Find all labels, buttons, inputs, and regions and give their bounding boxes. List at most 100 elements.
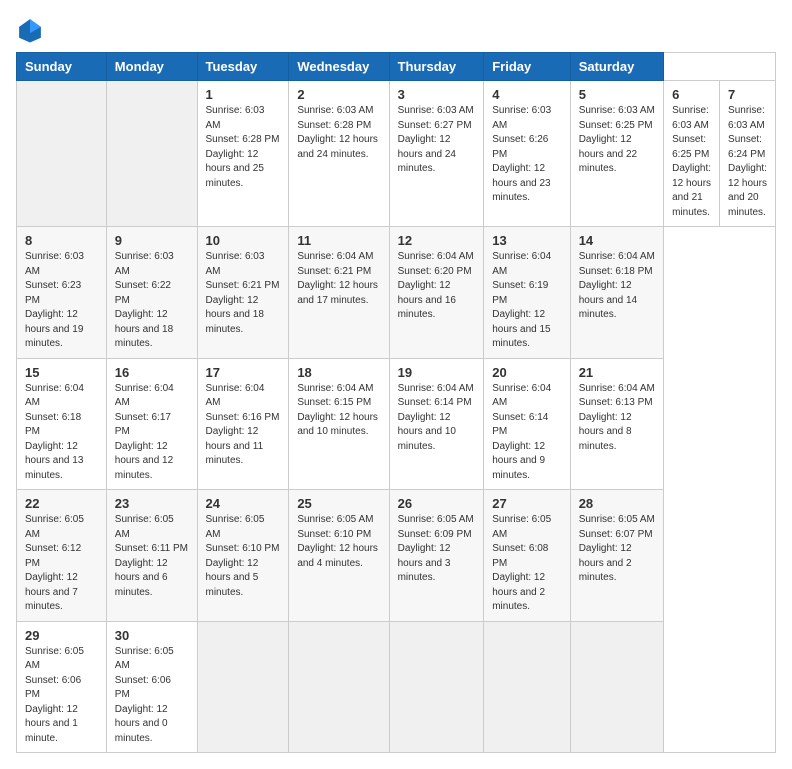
day-info: Sunrise: 6:05 AMSunset: 6:08 PMDaylight:… <box>492 513 561 615</box>
calendar-cell: 6 Sunrise: 6:03 AMSunset: 6:25 PMDaylight… <box>664 81 720 227</box>
day-number: 19 <box>398 365 476 380</box>
calendar-cell: 11 Sunrise: 6:04 AMSunset: 6:21 PMDayligh… <box>289 227 389 359</box>
day-number: 1 <box>206 87 281 102</box>
day-number: 11 <box>297 233 380 248</box>
day-info: Sunrise: 6:03 AMSunset: 6:23 PMDaylight:… <box>25 250 98 352</box>
day-info: Sunrise: 6:04 AMSunset: 6:21 PMDaylight:… <box>297 250 380 308</box>
day-info: Sunrise: 6:05 AMSunset: 6:11 PMDaylight:… <box>115 513 189 600</box>
day-info: Sunrise: 6:04 AMSunset: 6:14 PMDaylight:… <box>398 382 476 455</box>
weekday-header-sunday: Sunday <box>17 53 107 81</box>
day-info: Sunrise: 6:04 AMSunset: 6:13 PMDaylight:… <box>579 382 655 455</box>
day-number: 28 <box>579 496 655 511</box>
day-info: Sunrise: 6:04 AMSunset: 6:16 PMDaylight:… <box>206 382 281 469</box>
calendar-cell <box>389 621 484 753</box>
calendar-cell: 28 Sunrise: 6:05 AMSunset: 6:07 PMDayligh… <box>570 490 663 622</box>
day-info: Sunrise: 6:03 AMSunset: 6:26 PMDaylight:… <box>492 104 561 206</box>
calendar-cell <box>570 621 663 753</box>
day-number: 3 <box>398 87 476 102</box>
day-info: Sunrise: 6:04 AMSunset: 6:19 PMDaylight:… <box>492 250 561 352</box>
page-header <box>16 16 776 44</box>
calendar-cell: 5 Sunrise: 6:03 AMSunset: 6:25 PMDaylight… <box>570 81 663 227</box>
weekday-header-row: SundayMondayTuesdayWednesdayThursdayFrid… <box>17 53 776 81</box>
day-number: 17 <box>206 365 281 380</box>
day-number: 13 <box>492 233 561 248</box>
calendar-cell: 19 Sunrise: 6:04 AMSunset: 6:14 PMDayligh… <box>389 358 484 490</box>
calendar-cell: 4Sunrise: 6:03 AMSunset: 6:26 PMDaylight… <box>484 81 570 227</box>
calendar-cell: 22 Sunrise: 6:05 AMSunset: 6:12 PMDayligh… <box>17 490 107 622</box>
week-row-2: 8 Sunrise: 6:03 AMSunset: 6:23 PMDaylight… <box>17 227 776 359</box>
day-number: 2 <box>297 87 380 102</box>
logo <box>16 16 48 44</box>
weekday-header-monday: Monday <box>106 53 197 81</box>
day-number: 5 <box>579 87 655 102</box>
calendar-cell: 1 Sunrise: 6:03 AMSunset: 6:28 PMDaylight… <box>197 81 289 227</box>
day-info: Sunrise: 6:05 AMSunset: 6:06 PMDaylight:… <box>115 645 189 747</box>
week-row-3: 15 Sunrise: 6:04 AMSunset: 6:18 PMDayligh… <box>17 358 776 490</box>
day-number: 6 <box>672 87 711 102</box>
day-info: Sunrise: 6:04 AMSunset: 6:17 PMDaylight:… <box>115 382 189 484</box>
day-number: 8 <box>25 233 98 248</box>
calendar-cell: 7 Sunrise: 6:03 AMSunset: 6:24 PMDaylight… <box>720 81 776 227</box>
calendar-cell <box>289 621 389 753</box>
day-number: 12 <box>398 233 476 248</box>
calendar-cell: 9Sunrise: 6:03 AMSunset: 6:22 PMDaylight… <box>106 227 197 359</box>
week-row-1: 1 Sunrise: 6:03 AMSunset: 6:28 PMDaylight… <box>17 81 776 227</box>
day-info: Sunrise: 6:05 AMSunset: 6:10 PMDaylight:… <box>206 513 281 600</box>
weekday-header-thursday: Thursday <box>389 53 484 81</box>
calendar-cell: 27 Sunrise: 6:05 AMSunset: 6:08 PMDayligh… <box>484 490 570 622</box>
empty-cell <box>17 81 107 227</box>
day-number: 22 <box>25 496 98 511</box>
day-info: Sunrise: 6:03 AMSunset: 6:27 PMDaylight:… <box>398 104 476 177</box>
day-info: Sunrise: 6:03 AMSunset: 6:24 PMDaylight:… <box>728 104 767 220</box>
calendar: SundayMondayTuesdayWednesdayThursdayFrid… <box>16 52 776 753</box>
day-number: 16 <box>115 365 189 380</box>
day-info: Sunrise: 6:05 AMSunset: 6:12 PMDaylight:… <box>25 513 98 615</box>
day-info: Sunrise: 6:03 AMSunset: 6:25 PMDaylight:… <box>672 104 711 220</box>
calendar-cell <box>484 621 570 753</box>
calendar-cell: 13 Sunrise: 6:04 AMSunset: 6:19 PMDayligh… <box>484 227 570 359</box>
day-info: Sunrise: 6:05 AMSunset: 6:06 PMDaylight:… <box>25 645 98 747</box>
day-info: Sunrise: 6:04 AMSunset: 6:20 PMDaylight:… <box>398 250 476 323</box>
day-info: Sunrise: 6:03 AMSunset: 6:28 PMDaylight:… <box>206 104 281 191</box>
week-row-5: 29Sunrise: 6:05 AMSunset: 6:06 PMDayligh… <box>17 621 776 753</box>
day-info: Sunrise: 6:03 AMSunset: 6:28 PMDaylight:… <box>297 104 380 162</box>
day-number: 20 <box>492 365 561 380</box>
calendar-cell: 23Sunrise: 6:05 AMSunset: 6:11 PMDayligh… <box>106 490 197 622</box>
calendar-cell: 18Sunrise: 6:04 AMSunset: 6:15 PMDayligh… <box>289 358 389 490</box>
day-number: 30 <box>115 628 189 643</box>
day-number: 9 <box>115 233 189 248</box>
calendar-cell: 16 Sunrise: 6:04 AMSunset: 6:17 PMDayligh… <box>106 358 197 490</box>
calendar-cell: 24 Sunrise: 6:05 AMSunset: 6:10 PMDayligh… <box>197 490 289 622</box>
calendar-cell: 2 Sunrise: 6:03 AMSunset: 6:28 PMDaylight… <box>289 81 389 227</box>
day-info: Sunrise: 6:03 AMSunset: 6:21 PMDaylight:… <box>206 250 281 337</box>
day-number: 15 <box>25 365 98 380</box>
logo-icon <box>16 16 44 44</box>
calendar-cell: 21 Sunrise: 6:04 AMSunset: 6:13 PMDayligh… <box>570 358 663 490</box>
day-number: 18 <box>297 365 380 380</box>
empty-cell <box>106 81 197 227</box>
day-info: Sunrise: 6:05 AMSunset: 6:07 PMDaylight:… <box>579 513 655 586</box>
calendar-cell: 17 Sunrise: 6:04 AMSunset: 6:16 PMDayligh… <box>197 358 289 490</box>
day-info: Sunrise: 6:03 AMSunset: 6:25 PMDaylight:… <box>579 104 655 177</box>
day-number: 26 <box>398 496 476 511</box>
calendar-cell: 14Sunrise: 6:04 AMSunset: 6:18 PMDayligh… <box>570 227 663 359</box>
day-info: Sunrise: 6:04 AMSunset: 6:18 PMDaylight:… <box>25 382 98 484</box>
weekday-header-saturday: Saturday <box>570 53 663 81</box>
calendar-cell: 25 Sunrise: 6:05 AMSunset: 6:10 PMDayligh… <box>289 490 389 622</box>
day-number: 14 <box>579 233 655 248</box>
day-number: 25 <box>297 496 380 511</box>
calendar-cell: 12 Sunrise: 6:04 AMSunset: 6:20 PMDayligh… <box>389 227 484 359</box>
day-number: 7 <box>728 87 767 102</box>
calendar-cell: 15 Sunrise: 6:04 AMSunset: 6:18 PMDayligh… <box>17 358 107 490</box>
day-info: Sunrise: 6:05 AMSunset: 6:09 PMDaylight:… <box>398 513 476 586</box>
week-row-4: 22 Sunrise: 6:05 AMSunset: 6:12 PMDayligh… <box>17 490 776 622</box>
day-number: 21 <box>579 365 655 380</box>
day-number: 27 <box>492 496 561 511</box>
day-info: Sunrise: 6:05 AMSunset: 6:10 PMDaylight:… <box>297 513 380 571</box>
calendar-cell: 30 Sunrise: 6:05 AMSunset: 6:06 PMDayligh… <box>106 621 197 753</box>
day-number: 24 <box>206 496 281 511</box>
day-info: Sunrise: 6:04 AMSunset: 6:14 PMDaylight:… <box>492 382 561 484</box>
weekday-header-friday: Friday <box>484 53 570 81</box>
calendar-cell: 26 Sunrise: 6:05 AMSunset: 6:09 PMDayligh… <box>389 490 484 622</box>
day-number: 10 <box>206 233 281 248</box>
